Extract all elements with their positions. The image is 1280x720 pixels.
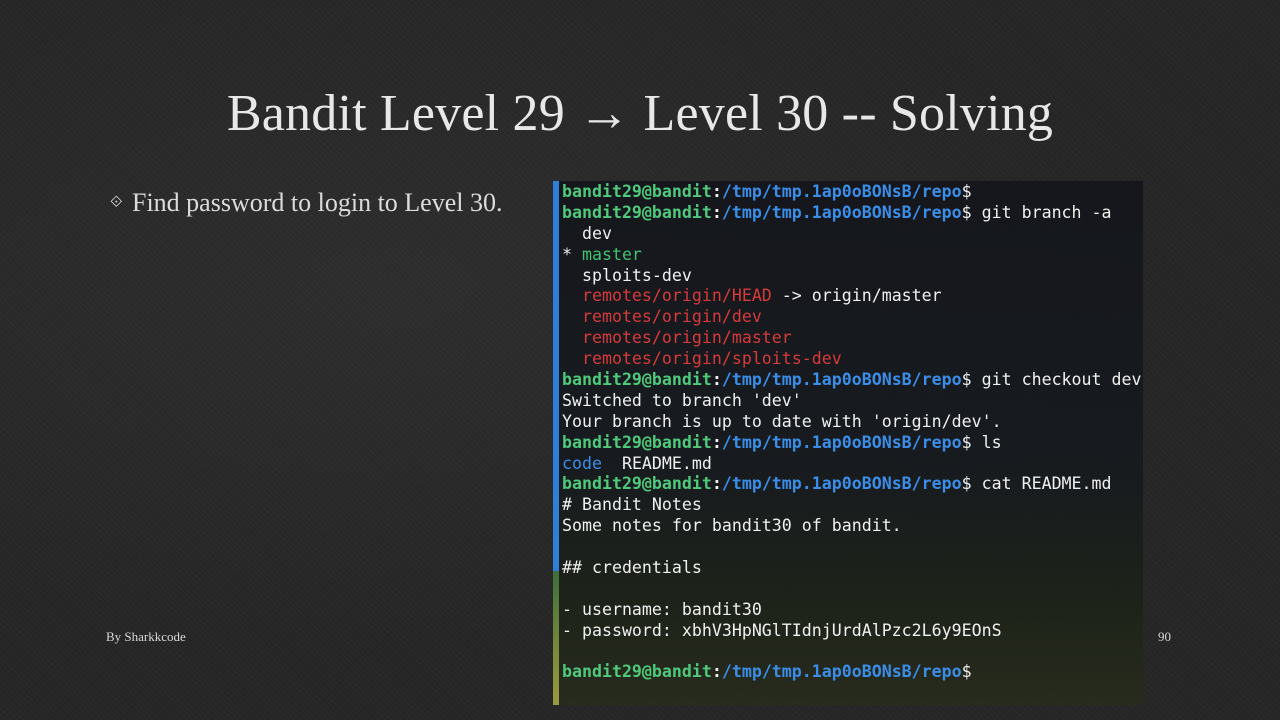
prompt-path: /tmp/tmp.1ap0oBONsB/repo: [721, 202, 962, 222]
current-branch: master: [581, 244, 642, 264]
terminal-output: bandit29@bandit:/tmp/tmp.1ap0oBONsB/repo…: [562, 182, 1143, 683]
prompt-path: /tmp/tmp.1ap0oBONsB/repo: [721, 662, 962, 682]
command-text: cat README.md: [971, 474, 1112, 494]
output-line: code README.md: [562, 454, 1143, 475]
page-number: 90: [1158, 629, 1171, 644]
remote-branch: remotes/origin/dev: [581, 307, 762, 327]
prompt-user: bandit29@bandit: [562, 370, 712, 390]
output-line: remotes/origin/sploits-dev: [562, 349, 1143, 370]
terminal-scroll-marker: [553, 181, 559, 571]
prompt-user: bandit29@bandit: [562, 432, 712, 452]
prompt-dollar: $: [961, 474, 972, 494]
prompt-colon: :: [711, 202, 722, 222]
diamond-bullet-icon: ⟐: [110, 192, 123, 211]
output-line: Switched to branch 'dev': [562, 390, 802, 410]
output-line: Your branch is up to date with 'origin/d…: [562, 411, 1002, 431]
output-line: remotes/origin/dev: [562, 307, 1143, 328]
remote-branch: remotes/origin/sploits-dev: [581, 349, 842, 369]
prompt-dollar: $: [961, 202, 972, 222]
output-line: * master: [562, 245, 1143, 266]
current-branch-marker: *: [562, 244, 582, 264]
prompt-user: bandit29@bandit: [562, 662, 712, 682]
prompt-user: bandit29@bandit: [562, 474, 712, 494]
command-text: git checkout dev: [971, 370, 1142, 390]
prompt-colon: :: [711, 182, 722, 201]
command-text: git branch -a: [971, 202, 1112, 222]
prompt-colon: :: [711, 662, 722, 682]
output-line: Some notes for bandit30 of bandit.: [562, 516, 902, 536]
prompt-line: bandit29@bandit:/tmp/tmp.1ap0oBONsB/repo…: [562, 474, 1143, 495]
prompt-path: /tmp/tmp.1ap0oBONsB/repo: [721, 432, 962, 452]
prompt-dollar: $: [961, 182, 972, 201]
output-line: dev: [562, 223, 612, 243]
prompt-colon: :: [711, 474, 722, 494]
prompt-path: /tmp/tmp.1ap0oBONsB/repo: [721, 182, 962, 201]
remote-branch: remotes/origin/master: [581, 328, 792, 348]
remote-branch: remotes/origin/HEAD: [581, 286, 772, 306]
command-text: ls: [971, 432, 1002, 452]
prompt-line: bandit29@bandit:/tmp/tmp.1ap0oBONsB/repo…: [562, 182, 1143, 203]
terminal-screenshot: bandit29@bandit:/tmp/tmp.1ap0oBONsB/repo…: [553, 181, 1143, 705]
bullet-item: ⟐ Find password to login to Level 30.: [110, 188, 502, 218]
output-line: sploits-dev: [562, 265, 692, 285]
output-line: remotes/origin/master: [562, 328, 1143, 349]
remote-head-target: -> origin/master: [771, 286, 942, 306]
prompt-colon: :: [711, 370, 722, 390]
prompt-dollar: $: [961, 662, 972, 682]
bullet-text: Find password to login to Level 30.: [132, 188, 503, 217]
slide-title: Bandit Level 29 → Level 30 -- Solving: [226, 85, 1054, 142]
terminal-scroll-marker-lower: [553, 571, 559, 705]
prompt-dollar: $: [961, 370, 972, 390]
prompt-line: bandit29@bandit:/tmp/tmp.1ap0oBONsB/repo…: [562, 433, 1143, 454]
output-line: remotes/origin/HEAD -> origin/master: [562, 286, 1143, 307]
output-line: # Bandit Notes: [562, 495, 702, 515]
prompt-path: /tmp/tmp.1ap0oBONsB/repo: [721, 474, 962, 494]
prompt-dollar: $: [961, 432, 972, 452]
footer-author: By Sharkkcode: [106, 629, 186, 644]
file-entry: README.md: [601, 453, 712, 473]
prompt-line: bandit29@bandit:/tmp/tmp.1ap0oBONsB/repo…: [562, 203, 1143, 224]
output-line: ## credentials: [562, 558, 702, 578]
prompt-path: /tmp/tmp.1ap0oBONsB/repo: [721, 370, 962, 390]
password-line: - password: xbhV3HpNGlTIdnjUrdAlPzc2L6y9…: [562, 620, 1002, 640]
prompt-user: bandit29@bandit: [562, 182, 712, 201]
prompt-user: bandit29@bandit: [562, 202, 712, 222]
output-line: - username: bandit30: [562, 599, 762, 619]
prompt-line: bandit29@bandit:/tmp/tmp.1ap0oBONsB/repo…: [562, 662, 1143, 683]
prompt-line: bandit29@bandit:/tmp/tmp.1ap0oBONsB/repo…: [562, 370, 1143, 391]
prompt-colon: :: [711, 432, 722, 452]
dir-entry: code: [562, 453, 602, 473]
